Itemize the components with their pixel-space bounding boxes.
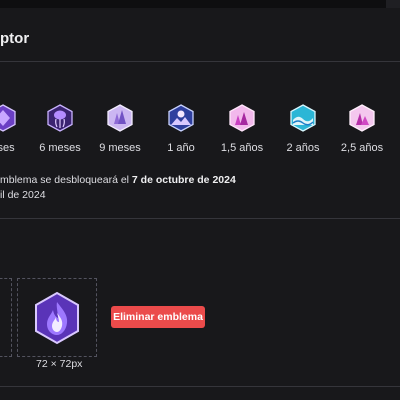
top-bar-edge <box>386 0 400 8</box>
badge-label: 9 meses <box>99 142 141 154</box>
unlock-prefix: mblema se desbloqueará el <box>0 174 132 186</box>
teal-wave-badge-icon <box>290 104 316 132</box>
badge-label: 2,5 años <box>340 142 384 154</box>
top-bar <box>0 0 400 8</box>
section-title: ptor <box>0 30 30 47</box>
badge-label: 1,5 años <box>220 142 264 154</box>
badge-tier[interactable]: 1 año <box>151 104 211 154</box>
badge-label: 1 año <box>167 142 195 154</box>
magenta-crystal-badge-icon <box>349 104 375 132</box>
badge-label: 2 años <box>286 142 320 154</box>
badge-size-label: 72 × 72px <box>36 358 83 370</box>
badge-tier[interactable]: 2 años <box>273 104 333 154</box>
divider <box>0 61 400 62</box>
badge-tier[interactable]: 6 meses <box>30 104 90 154</box>
delete-badge-button[interactable]: Eliminar emblema <box>111 306 205 328</box>
badge-tier[interactable]: 1,5 años <box>212 104 272 154</box>
pink-crystal-badge-icon <box>229 104 255 132</box>
purple-gem-badge-icon <box>0 104 16 132</box>
purple-flame-badge-icon <box>35 291 79 345</box>
lavender-crystal-badge-icon <box>107 104 133 132</box>
divider <box>0 386 400 387</box>
badge-preview-72 <box>17 278 97 357</box>
badge-label: 6 meses <box>39 142 81 154</box>
unlock-date-text: mblema se desbloqueará el 7 de octubre d… <box>0 174 236 186</box>
divider <box>0 218 400 219</box>
purple-jellyfish-badge-icon <box>47 104 73 132</box>
unlock-secondary-text: il de 2024 <box>0 189 46 201</box>
badge-label: eses <box>0 142 15 154</box>
badge-tier[interactable]: 9 meses <box>90 104 150 154</box>
blue-landscape-badge-icon <box>168 104 194 132</box>
unlock-date: 7 de octubre de 2024 <box>131 174 236 186</box>
badge-preview-large <box>0 278 12 357</box>
badge-tier[interactable]: eses <box>0 104 33 154</box>
badge-tier[interactable]: 2,5 años <box>332 104 392 154</box>
